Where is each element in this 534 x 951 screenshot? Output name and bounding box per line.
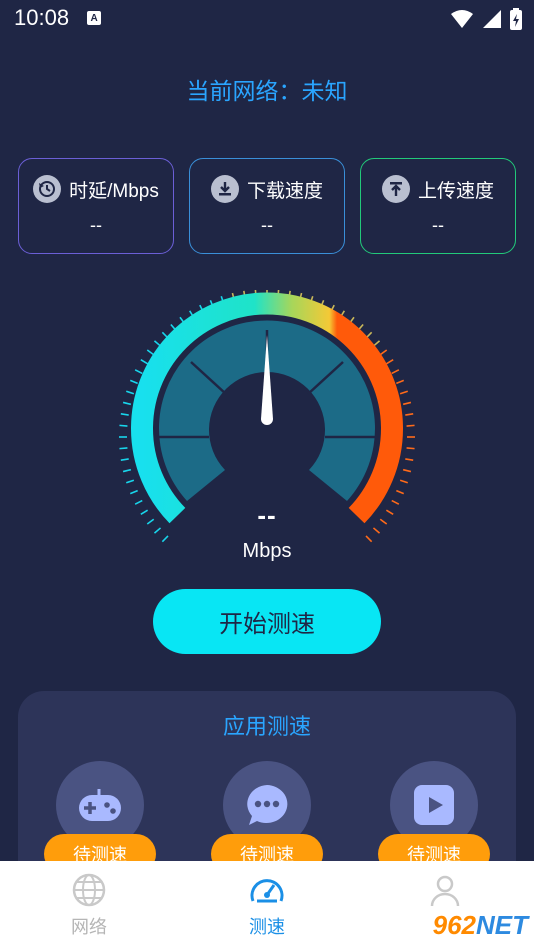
notification-a-icon: A xyxy=(87,11,102,25)
upload-icon xyxy=(381,175,410,203)
latency-label: 时延/Mbps xyxy=(69,180,159,202)
current-network-label: 当前网络：未知 xyxy=(186,78,348,104)
gauge-tick xyxy=(402,401,412,406)
gauge-tick xyxy=(129,489,138,495)
gauge-tick xyxy=(125,479,135,484)
gauge-tick xyxy=(379,349,388,356)
upload-label: 上传速度 xyxy=(417,180,494,202)
gauge-tick xyxy=(396,379,405,385)
start-test-button[interactable]: 开始测速 xyxy=(153,589,381,654)
speed-unit: Mbps xyxy=(242,540,292,562)
speed-value: -- xyxy=(257,500,277,530)
gauge-tick xyxy=(125,390,135,395)
download-label: 下载速度 xyxy=(246,180,323,202)
gauge-tick xyxy=(405,458,414,461)
watermark-brand-b: NET xyxy=(476,909,528,940)
bottom-navigation: 网络 测速 962 NET xyxy=(0,861,534,951)
gauge-tick xyxy=(406,424,415,427)
nav-item-network[interactable]: 网络 xyxy=(39,873,139,943)
latency-value: -- xyxy=(90,215,102,235)
gauge-tick xyxy=(122,468,132,473)
signal-icon xyxy=(483,10,501,28)
globe-icon xyxy=(72,873,106,907)
gauge-tick xyxy=(405,413,414,416)
gauge-tick xyxy=(146,349,155,356)
person-icon xyxy=(430,875,460,907)
app-speed-test-title: 应用测速 xyxy=(222,714,311,739)
nav-label-speedtest: 测速 xyxy=(249,917,285,937)
gauge-tick xyxy=(129,379,138,385)
gauge-tick xyxy=(140,358,149,365)
download-value: -- xyxy=(261,215,273,235)
gauge-tick xyxy=(391,369,400,375)
gauge-tick xyxy=(119,447,128,450)
status-bar: 10:08 A xyxy=(0,0,534,36)
battery-icon xyxy=(510,8,522,30)
gauge-tick xyxy=(399,479,409,484)
wifi-icon xyxy=(451,10,473,28)
latency-card: 时延/Mbps -- xyxy=(18,158,174,254)
watermark-brand-a: 962 xyxy=(432,909,476,940)
gauge-tick xyxy=(122,401,132,406)
speedometer-icon xyxy=(250,879,284,903)
gauge-tick xyxy=(120,413,129,416)
download-icon xyxy=(210,175,239,203)
watermark-logo: 962 NET xyxy=(400,905,528,945)
status-icons xyxy=(450,8,522,30)
gauge-tick xyxy=(396,489,405,495)
gauge-tick xyxy=(402,468,412,473)
gauge-tick xyxy=(399,390,409,395)
status-time: 10:08 xyxy=(14,5,70,30)
nav-item-speedtest[interactable]: 测速 xyxy=(217,873,317,943)
gauge-tick xyxy=(119,424,128,427)
history-icon xyxy=(33,175,62,203)
gauge-tick xyxy=(134,369,143,375)
nav-label-network: 网络 xyxy=(71,917,107,937)
gauge-tick xyxy=(120,458,129,461)
gauge-tick xyxy=(385,358,394,365)
upload-card: 上传速度 -- xyxy=(360,158,516,254)
gauge-tick xyxy=(406,447,415,450)
upload-value: -- xyxy=(432,215,444,235)
download-card: 下载速度 -- xyxy=(189,158,345,254)
